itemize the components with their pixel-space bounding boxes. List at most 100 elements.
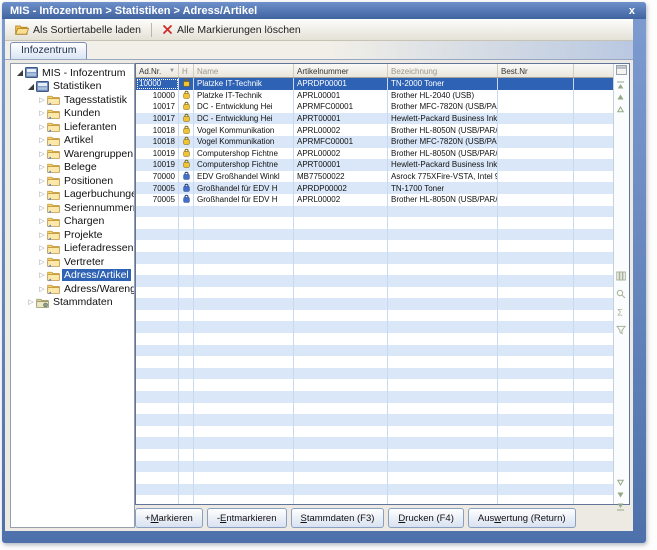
empty-row[interactable] xyxy=(136,252,613,264)
table-row[interactable]: 10019Computershop FichtneAPRT00001Hewlet… xyxy=(136,159,613,171)
table-row[interactable]: 10000Platzke IT-TechnikAPRDP00001TN-2000… xyxy=(136,78,613,90)
expander-icon[interactable]: ▷ xyxy=(37,109,47,117)
tree-item-adress-artikel[interactable]: ▷Adress/Artikel xyxy=(11,269,134,283)
empty-row[interactable] xyxy=(136,403,613,415)
empty-row[interactable] xyxy=(136,391,613,403)
expander-icon[interactable]: ▷ xyxy=(37,163,47,171)
drucken-button[interactable]: Drucken (F4) xyxy=(388,508,463,528)
empty-row[interactable] xyxy=(136,368,613,380)
empty-row[interactable] xyxy=(136,495,613,504)
entmarkieren-button[interactable]: - Entmarkieren xyxy=(207,508,287,528)
page-up-icon[interactable] xyxy=(616,105,625,114)
tree-item-artikel[interactable]: ▷Artikel xyxy=(11,134,134,148)
search-icon[interactable] xyxy=(616,289,626,299)
empty-row[interactable] xyxy=(136,287,613,299)
tree-item-mis-infozentrum[interactable]: ◢MIS - Infozentrum xyxy=(11,66,134,80)
tree-item-projekte[interactable]: ▷Projekte xyxy=(11,228,134,242)
empty-row[interactable] xyxy=(136,437,613,449)
empty-row[interactable] xyxy=(136,217,613,229)
expander-icon[interactable]: ▷ xyxy=(37,123,47,131)
table-row[interactable]: 10000Platzke IT-TechnikAPRL00001Brother … xyxy=(136,90,613,102)
scroll-up-icon[interactable] xyxy=(616,93,625,102)
empty-row[interactable] xyxy=(136,426,613,438)
expander-icon[interactable]: ◢ xyxy=(26,82,36,91)
expander-icon[interactable]: ◢ xyxy=(15,68,25,77)
expander-icon[interactable]: ▷ xyxy=(37,285,47,293)
empty-row[interactable] xyxy=(136,229,613,241)
properties-icon[interactable] xyxy=(616,65,627,75)
tree-item-adress-warengruppen[interactable]: ▷Adress/Warengruppen xyxy=(11,282,134,296)
expander-icon[interactable]: ▷ xyxy=(37,177,47,185)
tree-item-statistiken[interactable]: ◢Statistiken xyxy=(11,80,134,94)
column-header-name[interactable]: Name xyxy=(194,64,294,77)
tree-item-seriennummern[interactable]: ▷Seriennummern xyxy=(11,201,134,215)
empty-row[interactable] xyxy=(136,333,613,345)
empty-row[interactable] xyxy=(136,472,613,484)
column-header-h[interactable]: H xyxy=(179,64,194,77)
tree-item-lieferanten[interactable]: ▷Lieferanten xyxy=(11,120,134,134)
table-row[interactable]: 10017DC - Entwicklung HeiAPRT00001Hewlet… xyxy=(136,113,613,125)
columns-icon[interactable] xyxy=(616,271,626,281)
empty-row[interactable] xyxy=(136,275,613,287)
table-row[interactable]: 70000EDV Großhandel WinklMB77500022Asroc… xyxy=(136,171,613,183)
empty-row[interactable] xyxy=(136,345,613,357)
empty-row[interactable] xyxy=(136,240,613,252)
empty-row[interactable] xyxy=(136,321,613,333)
tree-item-chargen[interactable]: ▷Chargen xyxy=(11,215,134,229)
empty-row[interactable] xyxy=(136,414,613,426)
expander-icon[interactable]: ▷ xyxy=(37,204,47,212)
toolbar-button-alle-markierungen-löschen[interactable]: Alle Markierungen löschen xyxy=(156,22,307,38)
tab-infozentrum[interactable]: Infozentrum xyxy=(10,42,87,59)
table-row[interactable]: 10019Computershop FichtneAPRL00002Brothe… xyxy=(136,148,613,160)
expander-icon[interactable]: ▷ xyxy=(37,150,47,158)
empty-row[interactable] xyxy=(136,356,613,368)
column-header-bezeichnung[interactable]: Bezeichnung xyxy=(388,64,498,77)
table-row[interactable]: 70005Großhandel für EDV HAPRL00002Brothe… xyxy=(136,194,613,206)
expander-icon[interactable]: ▷ xyxy=(37,231,47,239)
expander-icon[interactable]: ▷ xyxy=(37,217,47,225)
cell-bezeichnung: Brother MFC-7820N (USB/PAR/LAN xyxy=(388,136,498,148)
expander-icon[interactable]: ▷ xyxy=(37,96,47,104)
tree-item-tagesstatistik[interactable]: ▷Tagesstatistik xyxy=(11,93,134,107)
scroll-down-icon[interactable] xyxy=(616,490,625,499)
tree-item-stammdaten[interactable]: ▷Stammdaten xyxy=(11,296,134,310)
expander-icon[interactable]: ▷ xyxy=(37,244,47,252)
expander-icon[interactable]: ▷ xyxy=(37,136,47,144)
empty-row[interactable] xyxy=(136,298,613,310)
tree-item-lagerbuchungen[interactable]: ▷Lagerbuchungen xyxy=(11,188,134,202)
empty-row[interactable] xyxy=(136,206,613,218)
tree-item-kunden[interactable]: ▷Kunden xyxy=(11,107,134,121)
table-row[interactable]: 10018Vogel KommunikationAPRMFC00001Broth… xyxy=(136,136,613,148)
expander-icon[interactable]: ▷ xyxy=(37,258,47,266)
tree-item-vertreter[interactable]: ▷Vertreter xyxy=(11,255,134,269)
table-row[interactable]: 70005Großhandel für EDV HAPRDP00002TN-17… xyxy=(136,182,613,194)
empty-row[interactable] xyxy=(136,461,613,473)
column-header-artikelnummer[interactable]: Artikelnummer xyxy=(294,64,388,77)
tree-item-warengruppen[interactable]: ▷Warengruppen xyxy=(11,147,134,161)
expander-icon[interactable]: ▷ xyxy=(37,271,47,279)
column-header-best-nr[interactable]: Best.Nr xyxy=(498,64,574,77)
close-icon[interactable]: x xyxy=(626,5,638,17)
table-row[interactable]: 10018Vogel KommunikationAPRL00002Brother… xyxy=(136,124,613,136)
empty-row[interactable] xyxy=(136,264,613,276)
scroll-top-icon[interactable] xyxy=(616,81,625,90)
filter-icon[interactable] xyxy=(616,325,626,335)
page-down-icon[interactable] xyxy=(616,478,625,487)
auswertung-button[interactable]: Auswertung (Return) xyxy=(468,508,576,528)
markieren-button[interactable]: + Markieren xyxy=(135,508,203,528)
scroll-bottom-icon[interactable] xyxy=(616,502,625,511)
toolbar-button-als-sortiertabelle-laden[interactable]: Als Sortiertabelle laden xyxy=(9,22,147,38)
empty-row[interactable] xyxy=(136,310,613,322)
column-header-ad-nr[interactable]: Ad.Nr.▼ xyxy=(136,64,179,77)
empty-row[interactable] xyxy=(136,484,613,496)
expander-icon[interactable]: ▷ xyxy=(26,298,36,306)
table-row[interactable]: 10017DC - Entwicklung HeiAPRMFC00001Brot… xyxy=(136,101,613,113)
empty-row[interactable] xyxy=(136,449,613,461)
tree-item-positionen[interactable]: ▷Positionen xyxy=(11,174,134,188)
sum-icon[interactable]: Σ xyxy=(616,307,626,317)
tree-item-lieferadressen[interactable]: ▷Lieferadressen xyxy=(11,242,134,256)
expander-icon[interactable]: ▷ xyxy=(37,190,47,198)
tree-item-belege[interactable]: ▷Belege xyxy=(11,161,134,175)
stammdaten-button[interactable]: Stammdaten (F3) xyxy=(291,508,385,528)
empty-row[interactable] xyxy=(136,379,613,391)
